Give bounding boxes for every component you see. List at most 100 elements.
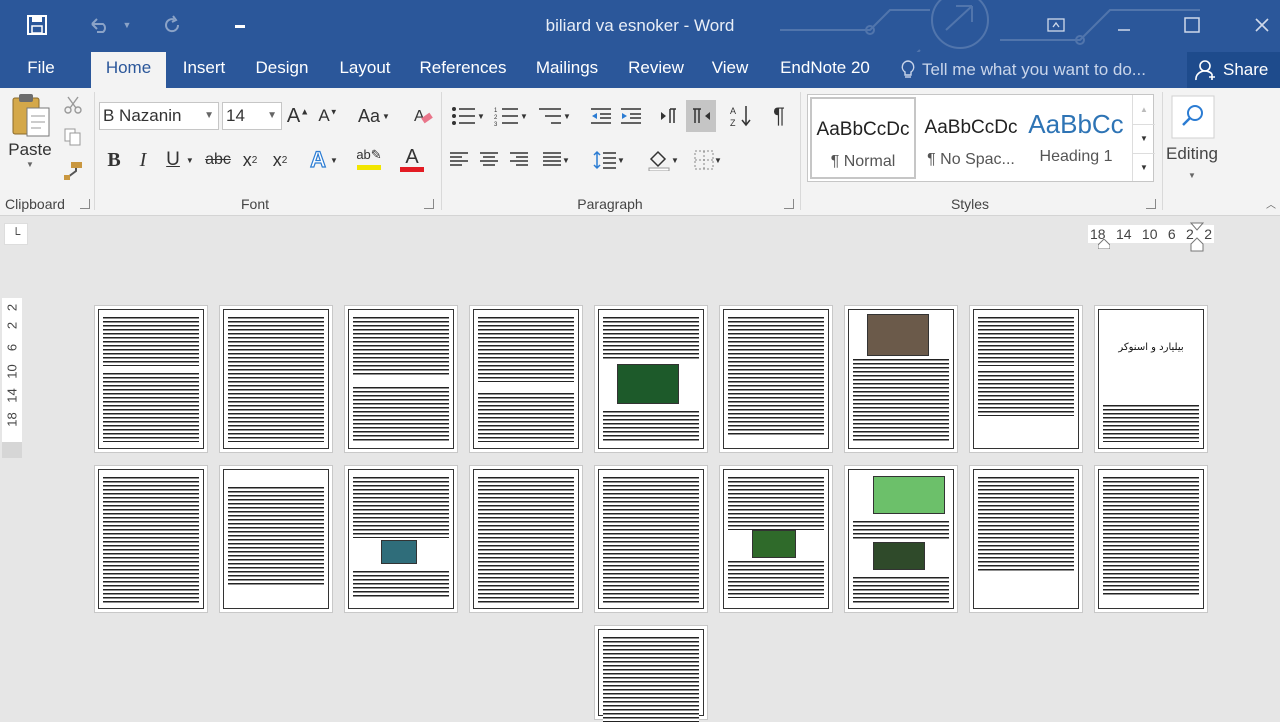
- show-formatting-marks-icon[interactable]: ¶: [766, 102, 792, 130]
- collapse-ribbon-icon[interactable]: ︿: [1264, 196, 1278, 211]
- borders-button[interactable]: ▼: [688, 146, 728, 174]
- maximize-icon[interactable]: [1178, 12, 1206, 38]
- font-name-combo[interactable]: B Nazanin ▼: [99, 102, 219, 130]
- page-thumbnail[interactable]: [344, 465, 458, 613]
- align-center-icon[interactable]: [476, 146, 502, 174]
- page-thumbnail[interactable]: [594, 625, 708, 722]
- page-thumbnail[interactable]: [969, 305, 1083, 453]
- page-thumbnail[interactable]: بیلیارد و اسنوکر: [1094, 305, 1208, 453]
- shading-button[interactable]: ▼: [642, 146, 684, 174]
- right-indent-marker-icon[interactable]: [1189, 222, 1205, 252]
- clear-formatting-icon[interactable]: A: [410, 102, 436, 130]
- scroll-up-icon[interactable]: ▲: [1133, 95, 1155, 123]
- font-color-button[interactable]: A: [392, 144, 432, 174]
- chevron-down-icon: ▼: [267, 110, 277, 121]
- numbering-button[interactable]: 1 2 3 ▼: [490, 102, 532, 130]
- indent-marker-icon[interactable]: [1097, 236, 1111, 250]
- paragraph-launcher-icon[interactable]: [784, 199, 794, 209]
- chevron-down-icon: ▼: [382, 111, 390, 121]
- grow-font-button[interactable]: A▲: [286, 102, 310, 130]
- page-thumbnail[interactable]: [719, 305, 833, 453]
- format-painter-icon[interactable]: [62, 160, 84, 182]
- tab-mailings[interactable]: Mailings: [526, 52, 608, 88]
- page-text-block: [228, 316, 324, 442]
- tab-file[interactable]: File: [16, 52, 66, 88]
- increase-indent-icon[interactable]: [618, 102, 644, 130]
- bold-icon[interactable]: B: [102, 146, 126, 174]
- sort-icon[interactable]: AZ: [728, 102, 754, 130]
- style-no-spacing[interactable]: AaBbCcDc ¶ No Spac...: [918, 97, 1024, 179]
- highlight-color-bar: [357, 165, 381, 170]
- bullets-button[interactable]: ▼: [446, 102, 490, 130]
- page-image: [381, 540, 417, 564]
- styles-launcher-icon[interactable]: [1146, 199, 1156, 209]
- vertical-ruler[interactable]: 2 2 6 10 14 18: [2, 298, 22, 458]
- page-thumbnail[interactable]: [94, 465, 208, 613]
- share-button[interactable]: Share: [1187, 52, 1280, 88]
- page-thumbnail[interactable]: [969, 465, 1083, 613]
- page-thumbnail[interactable]: [469, 465, 583, 613]
- more-styles-icon[interactable]: ▼: [1133, 153, 1155, 181]
- page-image: [873, 542, 925, 570]
- page-thumbnail[interactable]: [344, 305, 458, 453]
- ribbon-display-options-icon[interactable]: [1042, 12, 1070, 38]
- scroll-down-icon[interactable]: ▼: [1133, 124, 1155, 152]
- superscript-icon[interactable]: x2: [267, 146, 293, 174]
- page-thumbnail[interactable]: [94, 305, 208, 453]
- chevron-down-icon[interactable]: ▼: [1180, 168, 1204, 182]
- tab-references[interactable]: References: [412, 52, 514, 88]
- tab-home[interactable]: Home: [91, 52, 166, 88]
- align-left-icon[interactable]: [446, 146, 472, 174]
- subscript-icon[interactable]: x2: [237, 146, 263, 174]
- paste-button[interactable]: Paste ▼: [4, 92, 56, 188]
- justify-button[interactable]: ▼: [536, 146, 576, 174]
- align-right-icon[interactable]: [506, 146, 532, 174]
- page-thumbnail[interactable]: [844, 305, 958, 453]
- style-normal[interactable]: AaBbCcDc ¶ Normal: [810, 97, 916, 179]
- chevron-down-icon: ▼: [563, 111, 571, 121]
- underline-button[interactable]: U ▼: [160, 146, 200, 174]
- tab-stop-selector[interactable]: └: [4, 223, 28, 245]
- page-thumbnail[interactable]: [219, 305, 333, 453]
- page-thumbnail[interactable]: [1094, 465, 1208, 613]
- page-thumbnail[interactable]: [719, 465, 833, 613]
- numbering-icon: 123: [494, 108, 519, 126]
- strikethrough-icon[interactable]: abc: [203, 146, 233, 174]
- rtl-direction-icon[interactable]: [686, 100, 716, 132]
- clipboard-launcher-icon[interactable]: [80, 199, 90, 209]
- tab-design[interactable]: Design: [246, 52, 318, 88]
- page-text-block: [1103, 476, 1199, 596]
- tab-review[interactable]: Review: [620, 52, 692, 88]
- highlight-button[interactable]: ab✎: [348, 144, 390, 174]
- page-text-block: [603, 636, 699, 722]
- decrease-indent-icon[interactable]: [588, 102, 614, 130]
- tab-layout[interactable]: Layout: [330, 52, 400, 88]
- close-icon[interactable]: [1248, 12, 1276, 38]
- minimize-icon[interactable]: [1110, 12, 1138, 38]
- page-thumbnail[interactable]: [594, 305, 708, 453]
- cut-icon[interactable]: [62, 94, 84, 116]
- chevron-down-icon: ▼: [329, 155, 338, 165]
- ltr-direction-icon[interactable]: [658, 102, 682, 130]
- tab-view[interactable]: View: [703, 52, 757, 88]
- multilevel-list-button[interactable]: ▼: [534, 102, 574, 130]
- font-launcher-icon[interactable]: [424, 199, 434, 209]
- line-spacing-button[interactable]: ▼: [588, 146, 630, 174]
- italic-icon[interactable]: I: [132, 146, 154, 174]
- editing-button[interactable]: [1168, 92, 1218, 142]
- page-thumbnail[interactable]: [844, 465, 958, 613]
- text-effects-button[interactable]: A ▼: [304, 146, 344, 174]
- page-thumbnail[interactable]: [219, 465, 333, 613]
- shrink-font-button[interactable]: A▼: [316, 102, 340, 130]
- page-thumbnail[interactable]: [469, 305, 583, 453]
- style-name: Heading 1: [1039, 148, 1113, 165]
- tab-insert[interactable]: Insert: [174, 52, 234, 88]
- change-case-button[interactable]: Aa ▼: [354, 102, 394, 130]
- font-size-combo[interactable]: 14 ▼: [222, 102, 282, 130]
- styles-group-label: Styles: [950, 196, 990, 212]
- tab-endnote[interactable]: EndNote 20: [770, 52, 880, 88]
- copy-icon[interactable]: [62, 126, 84, 148]
- tell-me-search[interactable]: Tell me what you want to do...: [900, 52, 1146, 88]
- style-heading-1[interactable]: AaBbCc Heading 1: [1026, 97, 1126, 179]
- page-thumbnail[interactable]: [594, 465, 708, 613]
